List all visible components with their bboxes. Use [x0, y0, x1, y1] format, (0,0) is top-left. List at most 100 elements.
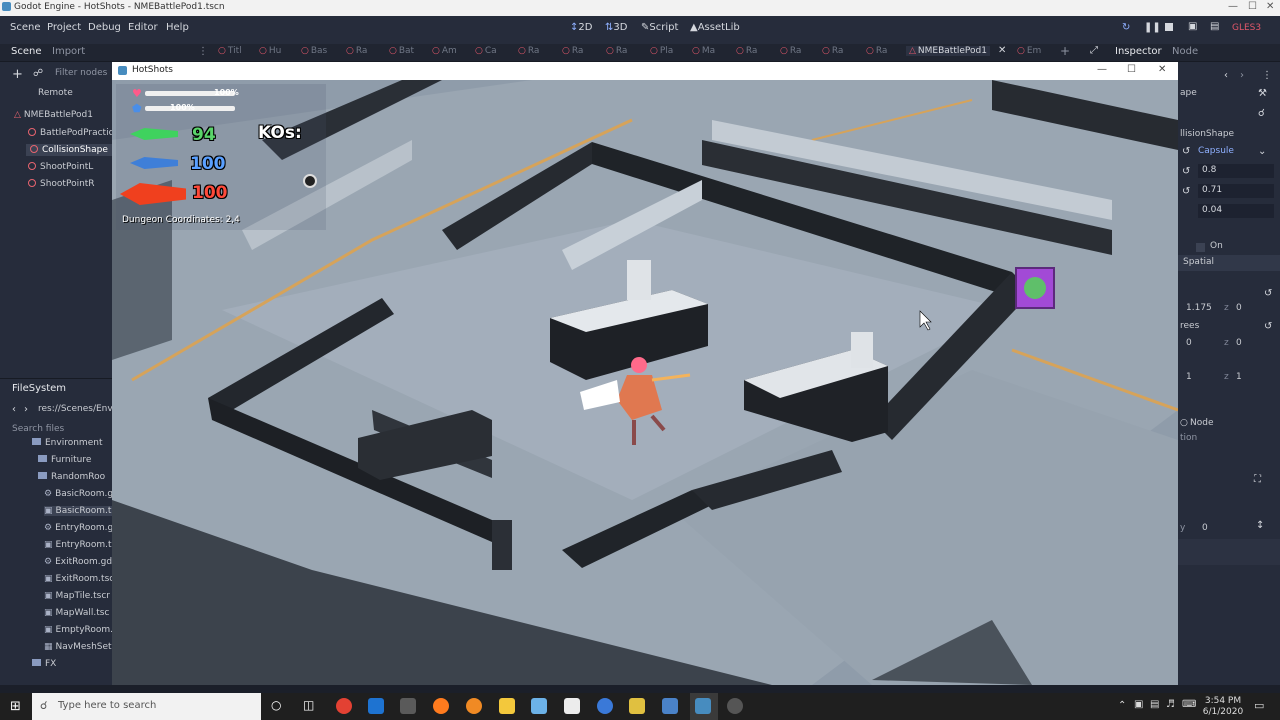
tray-chevron-icon[interactable]: ⌃ — [1118, 700, 1126, 711]
minimize-icon[interactable]: — — [1097, 64, 1107, 75]
properties-icon[interactable]: ⋮ — [1262, 70, 1272, 81]
fs-file[interactable]: ▣ EmptyRoom. — [44, 625, 113, 635]
scene-tab[interactable]: ○ Bas — [301, 46, 327, 56]
close-tab-icon[interactable]: ✕ — [998, 45, 1006, 56]
scene-tab[interactable]: ○ Titl — [218, 46, 242, 56]
scale-z[interactable]: 1 — [1236, 372, 1242, 382]
revert-icon[interactable]: ↺ — [1264, 321, 1272, 332]
taskbar-search[interactable]: ☌ Type here to search — [32, 693, 261, 720]
fs-folder[interactable]: Furniture — [38, 455, 91, 465]
tree-item[interactable]: BattlePodPractic — [28, 128, 114, 138]
fs-file[interactable]: ▣ EntryRoom.t — [44, 540, 111, 550]
radius-field[interactable]: 0.8 — [1198, 164, 1274, 178]
fs-file[interactable]: ⚙ BasicRoom.g — [44, 489, 113, 499]
windows-start-icon[interactable]: ⊞ — [10, 699, 21, 714]
tab-inspector[interactable]: Inspector — [1115, 46, 1162, 57]
maximize-icon[interactable]: ☐ — [1248, 1, 1257, 12]
fs-folder[interactable]: Environment — [32, 438, 102, 448]
app-icon[interactable] — [400, 698, 416, 714]
scene-tab[interactable]: ○ Em — [1017, 46, 1041, 56]
remote-tab[interactable]: Remote — [38, 88, 73, 98]
history-back-icon[interactable]: ‹ — [1224, 70, 1228, 81]
fullscreen-icon[interactable]: ⤢ — [1090, 45, 1098, 56]
stop-icon[interactable] — [1165, 23, 1173, 31]
cortana-icon[interactable]: ○ — [271, 698, 281, 712]
scale-x[interactable]: 1 — [1186, 372, 1192, 382]
add-node-icon[interactable]: + — [12, 67, 23, 82]
expand-icon[interactable]: ⛶ — [1254, 474, 1261, 485]
fs-folder[interactable]: RandomRoo — [38, 472, 105, 482]
transform-x[interactable]: 1.175 — [1186, 303, 1212, 313]
fs-file[interactable]: ⚙ ExitRoom.gd — [44, 557, 112, 567]
tab-import[interactable]: Import — [52, 46, 85, 57]
spin-icon[interactable]: ↕ — [1256, 520, 1264, 531]
workspace-assetlib-button[interactable]: ▲AssetLib — [690, 22, 740, 33]
file-explorer-icon[interactable] — [499, 698, 515, 714]
network-icon[interactable]: ▤ — [1150, 699, 1159, 710]
tree-item[interactable]: ShootPointL — [28, 162, 93, 172]
scene-tab[interactable]: ○ Ma — [692, 46, 715, 56]
rotation-x[interactable]: 0 — [1186, 338, 1192, 348]
paint-icon[interactable] — [531, 698, 547, 714]
play-scene-icon[interactable]: ▣ — [1188, 21, 1197, 32]
workspace-script-button[interactable]: ✎Script — [641, 22, 678, 33]
fs-file[interactable]: ▣ ExitRoom.tsc — [44, 574, 114, 584]
add-tab-icon[interactable]: + — [1060, 44, 1070, 58]
tray-icon[interactable]: ▣ — [1134, 699, 1143, 710]
menu-project[interactable]: Project — [47, 22, 81, 33]
fs-folder[interactable]: FX — [32, 659, 56, 669]
godot-engine-icon[interactable] — [727, 698, 743, 714]
link-icon[interactable]: ☍ — [33, 68, 43, 79]
tab-node[interactable]: Node — [1172, 46, 1198, 57]
revert-icon[interactable]: ↺ — [1182, 146, 1190, 157]
volume-icon[interactable]: ♬ — [1166, 699, 1175, 710]
firefox-icon[interactable] — [433, 698, 449, 714]
clock[interactable]: 3:54 PM 6/1/2020 — [1200, 696, 1246, 718]
godot-icon[interactable] — [695, 698, 711, 714]
checkbox[interactable] — [1196, 243, 1205, 252]
workspace-3d-button[interactable]: ⇅3D — [605, 22, 627, 33]
tree-item[interactable]: ShootPointR — [28, 179, 95, 189]
menu-dots-icon[interactable]: ⋮ — [198, 46, 208, 57]
scene-tab[interactable]: ○ Ca — [475, 46, 497, 56]
path-field[interactable]: res://Scenes/Env — [38, 404, 112, 414]
fs-file[interactable]: ▦ NavMeshSet — [44, 642, 112, 652]
chevron-down-icon[interactable]: ⌄ — [1258, 146, 1266, 157]
app-icon[interactable] — [597, 698, 613, 714]
search-files-input[interactable]: Search files — [12, 424, 64, 434]
scene-tab[interactable]: ○ Ra — [780, 46, 801, 56]
reload-icon[interactable]: ↻ — [1122, 22, 1130, 33]
notifications-icon[interactable]: ▭ — [1254, 699, 1264, 712]
scene-tab[interactable]: ○ Pla — [650, 46, 673, 56]
close-icon[interactable]: ✕ — [1266, 1, 1274, 12]
transform-z[interactable]: 0 — [1236, 303, 1242, 313]
rotation-z[interactable]: 0 — [1236, 338, 1242, 348]
y-value[interactable]: 0 — [1202, 523, 1208, 533]
fs-file-selected[interactable]: ▣ BasicRoom.t — [44, 506, 118, 516]
revert-icon[interactable]: ↺ — [1182, 186, 1190, 197]
history-forward-icon[interactable]: › — [1240, 70, 1244, 81]
mail-icon[interactable] — [368, 698, 384, 714]
keyboard-icon[interactable]: ⌨ — [1182, 699, 1196, 710]
maximize-icon[interactable]: ☐ — [1127, 64, 1136, 75]
scene-tab[interactable]: ○ Bat — [389, 46, 414, 56]
filter-nodes-input[interactable]: Filter nodes — [55, 68, 107, 78]
tree-item-selected[interactable]: CollisionShape — [26, 144, 112, 156]
scene-tab[interactable]: ○ Ra — [736, 46, 757, 56]
fs-file[interactable]: ⚙ EntryRoom.g — [44, 523, 113, 533]
scene-tab-current[interactable]: △ NMEBattlePod1 — [906, 46, 990, 56]
scene-tab[interactable]: ○ Ra — [866, 46, 887, 56]
minimize-icon[interactable]: — — [1228, 1, 1238, 12]
renderer-label[interactable]: GLES3 — [1232, 23, 1261, 33]
app-icon[interactable] — [662, 698, 678, 714]
close-icon[interactable]: ✕ — [1158, 64, 1166, 75]
scene-tab[interactable]: ○ Hu — [259, 46, 281, 56]
scene-tab[interactable]: ○ Ra — [518, 46, 539, 56]
menu-help[interactable]: Help — [166, 22, 189, 33]
revert-icon[interactable]: ↺ — [1182, 166, 1190, 177]
pause-icon[interactable]: ❚❚ — [1144, 22, 1161, 33]
scene-tab[interactable]: ○ Ra — [606, 46, 627, 56]
scene-tab[interactable]: ○ Ra — [562, 46, 583, 56]
menu-debug[interactable]: Debug — [88, 22, 121, 33]
revert-icon[interactable]: ↺ — [1264, 288, 1272, 299]
